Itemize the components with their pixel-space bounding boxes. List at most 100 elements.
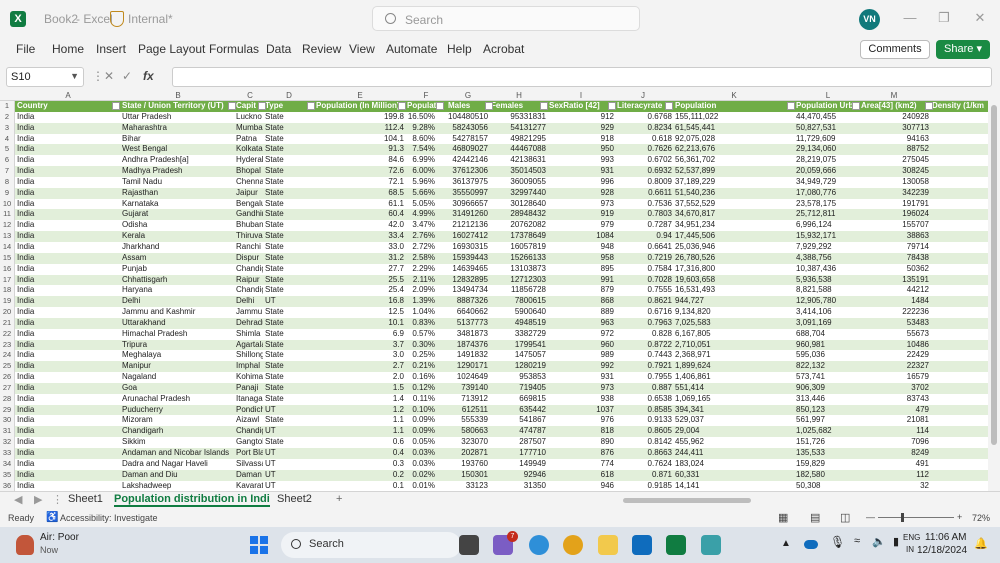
add-sheet-button[interactable]: +: [336, 493, 342, 505]
table-cell[interactable]: 0.7803: [616, 209, 673, 220]
table-cell[interactable]: 27.7: [315, 264, 405, 275]
table-cell[interactable]: 44212: [860, 285, 930, 296]
snipping-tool-icon[interactable]: [701, 535, 721, 555]
table-cell[interactable]: 16,531,493: [674, 285, 718, 296]
table-cell[interactable]: 6.00%: [406, 166, 436, 177]
table-cell[interactable]: 104480510: [447, 112, 489, 123]
table-cell[interactable]: 1,899,624: [674, 361, 718, 372]
column-header-cell[interactable]: Population Rural: [674, 101, 718, 112]
table-cell[interactable]: 0.8621: [616, 296, 673, 307]
table-cell[interactable]: 618: [548, 470, 615, 481]
row-number[interactable]: 36: [0, 480, 15, 491]
table-cell[interactable]: 669815: [490, 394, 547, 405]
table-cell[interactable]: 918: [548, 134, 615, 145]
table-cell[interactable]: 2.7: [315, 361, 405, 372]
table-cell[interactable]: 78438: [860, 253, 930, 264]
row-number[interactable]: 15: [0, 252, 15, 264]
table-cell[interactable]: 222236: [860, 307, 930, 318]
table-cell[interactable]: 0.8663: [616, 448, 673, 459]
table-cell[interactable]: Dispur: [235, 253, 263, 264]
table-cell[interactable]: 8.60%: [406, 134, 436, 145]
table-cell[interactable]: [931, 415, 988, 426]
column-header-cell[interactable]: Population Urba: [795, 101, 857, 112]
sensitivity-label[interactable]: Internal*: [128, 12, 173, 26]
accessibility-status[interactable]: Accessibility: Investigate: [60, 513, 158, 523]
table-cell[interactable]: 0.11%: [406, 394, 436, 405]
table-cell[interactable]: 16930315: [447, 242, 489, 253]
onedrive-icon[interactable]: [804, 540, 818, 549]
tab-view[interactable]: View: [349, 42, 375, 56]
table-cell[interactable]: [931, 220, 988, 231]
row-number[interactable]: 32: [0, 437, 15, 448]
table-cell[interactable]: 0.02%: [406, 470, 436, 481]
table-cell[interactable]: State: [264, 285, 314, 296]
table-cell[interactable]: 16057819: [490, 242, 547, 253]
table-cell[interactable]: [931, 307, 988, 318]
table-cell[interactable]: 17,316,800: [674, 264, 718, 275]
table-cell[interactable]: [931, 296, 988, 307]
sheet-tab-sheet2[interactable]: Sheet2: [277, 493, 312, 505]
table-cell[interactable]: 7,929,292: [795, 242, 857, 253]
table-cell[interactable]: Itanagar: [235, 394, 263, 405]
table-cell[interactable]: Delhi: [121, 296, 233, 307]
table-cell[interactable]: 551,414: [674, 383, 718, 394]
table-cell[interactable]: 0.21%: [406, 361, 436, 372]
table-cell[interactable]: 0.7955: [616, 372, 673, 383]
table-cell[interactable]: [931, 275, 988, 286]
table-cell[interactable]: 202871: [447, 448, 489, 459]
table-cell[interactable]: 960,981: [795, 340, 857, 351]
table-cell[interactable]: State: [264, 361, 314, 372]
table-cell[interactable]: State: [264, 220, 314, 231]
chrome-icon[interactable]: [563, 535, 583, 555]
table-cell[interactable]: Lakshadweep: [121, 481, 233, 491]
table-cell[interactable]: 62,213,676: [674, 144, 718, 155]
row-number[interactable]: 19: [0, 296, 15, 308]
table-cell[interactable]: 0.03%: [406, 459, 436, 470]
zoom-out-button[interactable]: —: [866, 512, 875, 522]
table-cell[interactable]: Meghalaya: [121, 350, 233, 361]
table-cell[interactable]: State: [264, 134, 314, 145]
table-cell[interactable]: 151,726: [795, 437, 857, 448]
table-cell[interactable]: 44,470,455: [795, 112, 857, 123]
table-cell[interactable]: [931, 426, 988, 437]
table-cell[interactable]: 15,932,171: [795, 231, 857, 242]
table-cell[interactable]: State: [264, 166, 314, 177]
table-cell[interactable]: 0.6716: [616, 307, 673, 318]
table-cell[interactable]: Imphal: [235, 361, 263, 372]
table-cell[interactable]: 3,091,169: [795, 318, 857, 329]
table-cell[interactable]: 713912: [447, 394, 489, 405]
table-cell[interactable]: India: [16, 426, 120, 437]
avatar[interactable]: VN: [859, 9, 880, 30]
table-cell[interactable]: 895: [548, 264, 615, 275]
table-cell[interactable]: India: [16, 350, 120, 361]
column-header-cell[interactable]: State / Union Territory (UT): [121, 101, 233, 112]
table-cell[interactable]: 1491832: [447, 350, 489, 361]
table-cell[interactable]: Tripura: [121, 340, 233, 351]
table-cell[interactable]: 5.96%: [406, 177, 436, 188]
table-cell[interactable]: 0.7443: [616, 350, 673, 361]
table-cell[interactable]: India: [16, 415, 120, 426]
table-cell[interactable]: 973: [548, 199, 615, 210]
column-header-cell[interactable]: Country: [16, 101, 120, 112]
table-cell[interactable]: 16.8: [315, 296, 405, 307]
table-cell[interactable]: 555339: [447, 415, 489, 426]
table-cell[interactable]: 0.7028: [616, 275, 673, 286]
table-cell[interactable]: Chandigarh: [121, 426, 233, 437]
normal-view-icon[interactable]: ▦: [778, 511, 788, 524]
table-cell[interactable]: Madhya Pradesh: [121, 166, 233, 177]
table-cell[interactable]: 10,387,436: [795, 264, 857, 275]
table-cell[interactable]: 159,829: [795, 459, 857, 470]
table-cell[interactable]: 11856728: [490, 285, 547, 296]
table-cell[interactable]: 3382729: [490, 329, 547, 340]
table-cell[interactable]: 9.28%: [406, 123, 436, 134]
table-cell[interactable]: 3.7: [315, 340, 405, 351]
table-cell[interactable]: 14639465: [447, 264, 489, 275]
table-cell[interactable]: Bengalu: [235, 199, 263, 210]
table-cell[interactable]: 1799541: [490, 340, 547, 351]
microphone-icon[interactable]: 🎙: [830, 535, 845, 549]
table-cell[interactable]: 16579: [860, 372, 930, 383]
tab-help[interactable]: Help: [447, 42, 472, 56]
column-header-cell[interactable]: SexRatio [42]: [548, 101, 615, 112]
table-cell[interactable]: Gandhin: [235, 209, 263, 220]
table-cell[interactable]: [931, 470, 988, 481]
